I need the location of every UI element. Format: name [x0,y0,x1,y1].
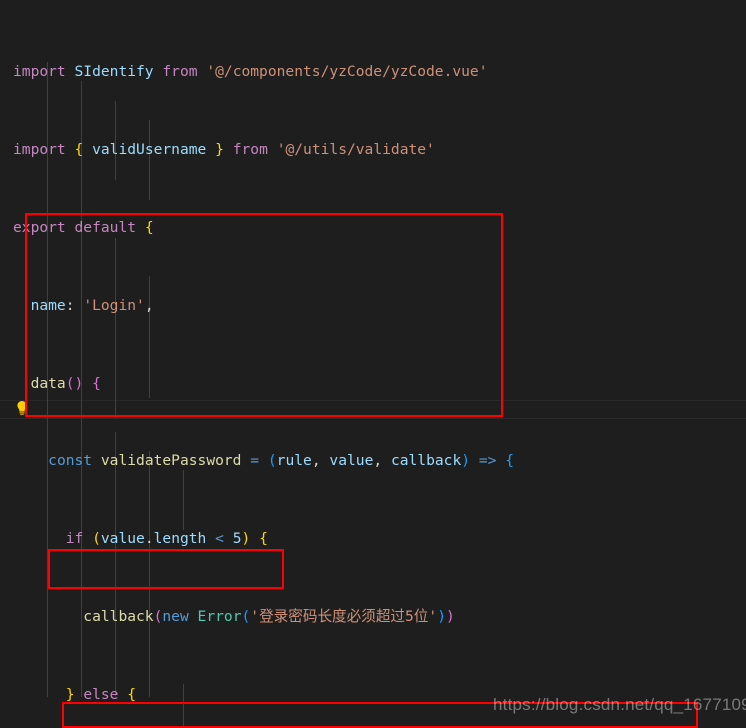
lightbulb-icon[interactable] [15,400,29,416]
lightbulb-glyph [17,401,27,415]
code-content[interactable]: import SIdentify from '@/components/yzCo… [0,0,746,728]
code-line[interactable]: const validatePassword = (rule, value, c… [0,451,746,470]
code-line[interactable]: name: 'Login', [0,296,746,315]
code-editor[interactable]: import SIdentify from '@/components/yzCo… [0,0,746,728]
code-line[interactable]: data() { [0,374,746,393]
code-line[interactable]: export default { [0,218,746,237]
code-line[interactable]: callback(new Error('登录密码长度必须超过5位')) [0,607,746,626]
code-line[interactable]: import { validUsername } from '@/utils/v… [0,140,746,159]
code-line[interactable]: import SIdentify from '@/components/yzCo… [0,62,746,81]
code-line[interactable]: } else { [0,685,746,704]
code-line[interactable]: if (value.length < 5) { [0,529,746,548]
